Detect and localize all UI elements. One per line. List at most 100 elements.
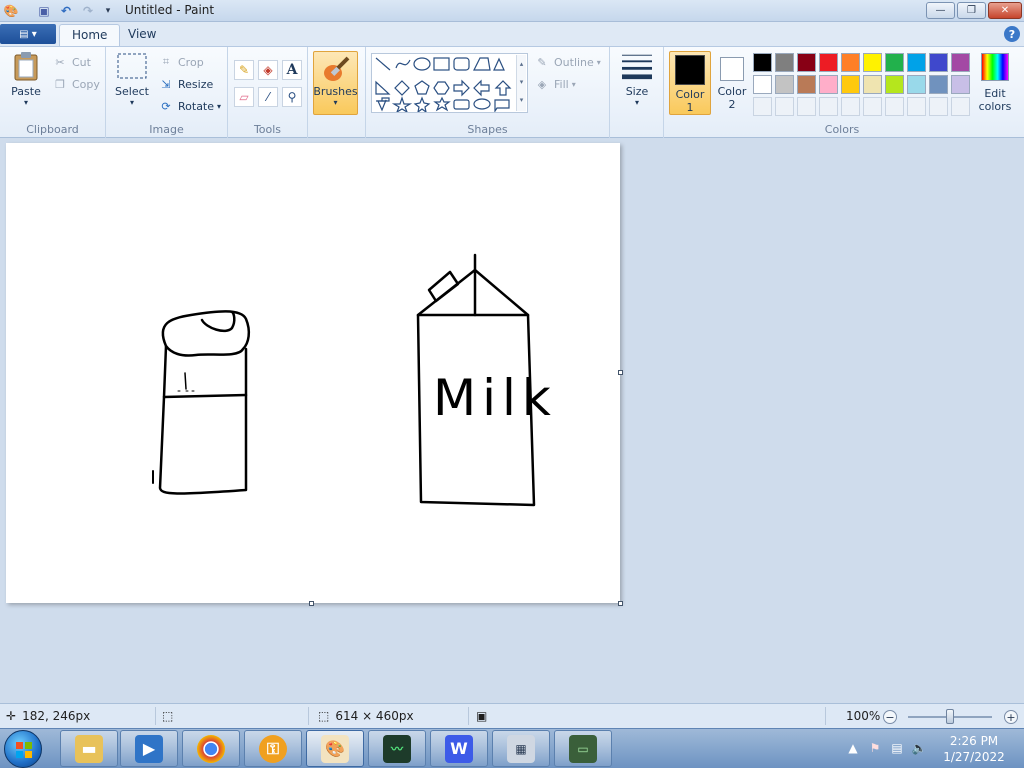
close-button[interactable]: ✕ [988,2,1022,19]
edit-colors-button[interactable]: Edit colors [975,53,1015,113]
copy-button[interactable]: ❐ Copy [52,75,100,93]
cursor-position-value: 182, 246px [22,709,91,723]
taskbar-media-player[interactable]: ▶ [120,730,178,767]
volume-icon[interactable]: 🔈 [912,741,927,755]
rotate-icon: ⟳ [161,99,171,113]
undo-icon[interactable]: ↶ [58,3,74,19]
color-swatch[interactable] [863,75,882,94]
size-label: Size [625,85,649,98]
fill-bucket-icon[interactable]: ◈ [258,60,278,80]
custom-color-slot[interactable] [819,97,838,116]
tab-home[interactable]: Home [59,24,121,46]
custom-color-slot[interactable] [929,97,948,116]
tools-group: ✎ ◈ A ▱ ⁄ ⚲ Tools [228,47,308,139]
taskbar-chrome[interactable] [182,730,240,767]
color-swatch[interactable] [753,53,772,72]
custom-color-slot[interactable] [775,97,794,116]
maximize-button[interactable]: ❐ [957,2,986,19]
color-swatch[interactable] [775,75,794,94]
fill-button[interactable]: ◈ Fill ▾ [534,75,576,93]
shapes-gallery-icons [375,57,512,114]
color-swatch[interactable] [819,53,838,72]
action-center-icon[interactable]: ⚑ [868,741,882,755]
color2-button[interactable]: Color 2 [712,51,752,115]
taskbar-calculator[interactable]: ▦ [492,730,550,767]
taskbar-paint[interactable]: 🎨 [306,730,364,767]
network-icon[interactable]: ▤ [890,741,904,755]
custom-color-slot[interactable] [753,97,772,116]
paste-label: Paste [11,85,41,98]
color-swatch[interactable] [951,53,970,72]
color-swatch[interactable] [775,53,794,72]
magnifier-icon[interactable]: ⚲ [282,87,302,107]
custom-color-slot[interactable] [841,97,860,116]
color-swatch[interactable] [907,53,926,72]
text-tool-icon[interactable]: A [282,60,302,80]
color-swatch[interactable] [951,75,970,94]
outline-icon: ✎ [537,55,547,69]
tab-view[interactable]: View [116,24,168,46]
color-swatch[interactable] [797,75,816,94]
canvas-resize-handle-corner[interactable] [618,601,623,606]
drawing-canvas[interactable]: Milk [6,143,620,603]
shapes-scrollbar[interactable]: ▴ ▾ ▾ [516,55,526,111]
taskbar-explorer[interactable]: ▬ [60,730,118,767]
canvas-resize-handle-right[interactable] [618,370,623,375]
folder-icon: ▬ [75,734,103,763]
color-swatch[interactable] [929,53,948,72]
color-spectrum-icon [981,53,1009,81]
custom-color-slot[interactable] [885,97,904,116]
color-swatch[interactable] [863,53,882,72]
help-icon[interactable]: ? [1004,26,1020,42]
select-button[interactable]: Select ▾ [110,51,154,107]
save-icon[interactable]: ▣ [36,3,52,19]
custom-color-slot[interactable] [797,97,816,116]
color-swatch[interactable] [885,53,904,72]
zoom-in-button[interactable]: + [1004,710,1018,724]
paste-button[interactable]: Paste ▾ [4,51,48,107]
cursor-position: ✛ 182, 246px [6,709,90,723]
start-button[interactable] [4,730,42,768]
status-divider [825,707,826,725]
color-swatch[interactable] [753,75,772,94]
zoom-slider-thumb[interactable] [946,709,954,724]
pencil-icon[interactable]: ✎ [234,60,254,80]
rotate-button[interactable]: ⟳ Rotate ▾ [158,97,221,115]
milk-text: Milk [433,369,557,427]
taskbar-remote-desktop[interactable]: ▭ [554,730,612,767]
color1-button[interactable]: Color 1 [669,51,711,115]
size-button[interactable]: Size ▾ [615,51,659,107]
wps-w-icon: W [445,734,473,763]
canvas-resize-handle-bottom[interactable] [309,601,314,606]
minimize-button[interactable]: — [926,2,955,19]
taskbar-monitor[interactable]: 〰 [368,730,426,767]
show-hidden-icons[interactable]: ▲ [846,741,860,755]
shapes-group: ▴ ▾ ▾ ✎ Outline ▾ ◈ Fill ▾ Shapes [365,47,610,139]
crop-button[interactable]: ⌗ Crop [158,53,204,71]
color-swatch[interactable] [841,75,860,94]
file-menu-button[interactable]: ▤ ▾ [0,24,56,44]
clock-date: 1/27/2022 [943,750,1005,764]
cut-button[interactable]: ✂ Cut [52,53,91,71]
redo-icon[interactable]: ↷ [80,3,96,19]
taskbar-vpn[interactable]: ⚿ [244,730,302,767]
outline-button[interactable]: ✎ Outline ▾ [534,53,600,71]
paint-app-icon[interactable]: 🎨 [3,3,19,19]
color-swatch[interactable] [819,75,838,94]
color-swatch[interactable] [841,53,860,72]
resize-button[interactable]: ⇲ Resize [158,75,213,93]
color-picker-icon[interactable]: ⁄ [258,87,278,107]
brushes-button[interactable]: Brushes ▾ [313,51,358,115]
custom-color-slot[interactable] [951,97,970,116]
color-swatch[interactable] [797,53,816,72]
zoom-out-button[interactable]: − [883,710,897,724]
custom-color-slot[interactable] [863,97,882,116]
color-swatch[interactable] [907,75,926,94]
color-swatch[interactable] [885,75,904,94]
taskbar-wps[interactable]: W [430,730,488,767]
eraser-icon[interactable]: ▱ [234,87,254,107]
system-clock[interactable]: 2:26 PM 1/27/2022 [934,733,1014,765]
custom-color-slot[interactable] [907,97,926,116]
customize-qat-icon[interactable]: ▾ [100,3,116,19]
color-swatch[interactable] [929,75,948,94]
